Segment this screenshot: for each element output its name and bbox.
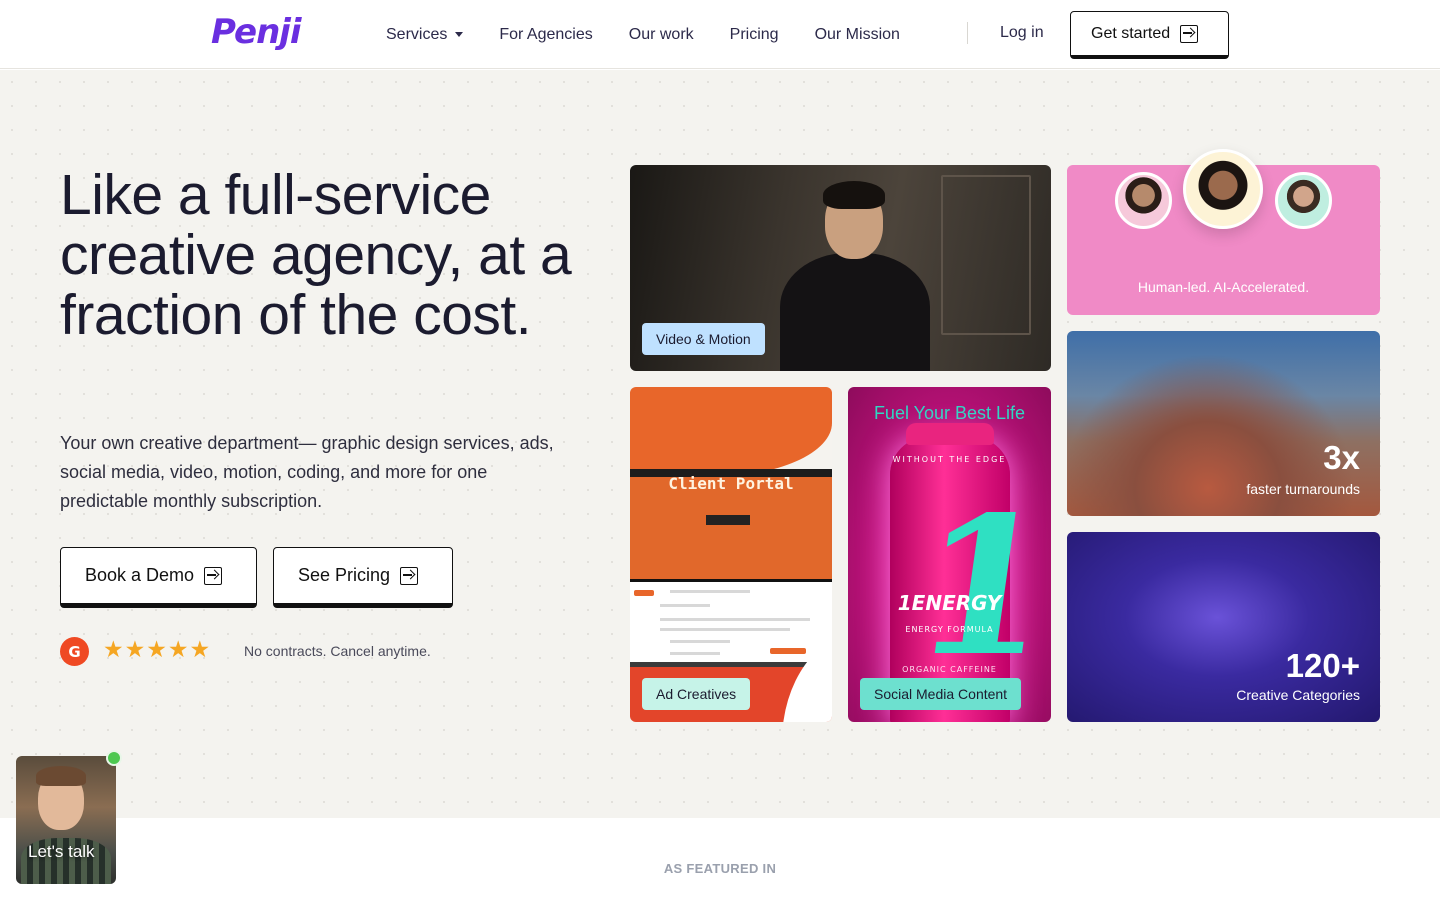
faster-turnarounds-tile: 3x faster turnarounds <box>1067 331 1380 516</box>
bottle-cap <box>906 423 994 445</box>
bottle-formula: ENERGY FORMULA <box>905 625 994 634</box>
creative-categories-tile: 120+ Creative Categories <box>1067 532 1380 722</box>
get-started-button[interactable]: Get started <box>1070 11 1229 59</box>
chat-label: Let's talk <box>28 842 95 861</box>
ad-creatives-tile[interactable]: Client Portal Ad Creatives <box>630 387 832 722</box>
portal-connect-button <box>706 515 750 525</box>
portal-screenshot <box>630 579 832 667</box>
main-nav: Services For Agencies Our work Pricing O… <box>386 0 936 69</box>
orange-swoosh <box>630 387 832 477</box>
nav-services-label: Services <box>386 25 448 43</box>
screen-button <box>770 648 806 654</box>
featured-section: AS FEATURED IN <box>0 818 1440 900</box>
screen-line <box>660 604 710 607</box>
human-led-caption: Human-led. AI-Accelerated. <box>1137 279 1310 295</box>
featured-heading: AS FEATURED IN <box>663 861 777 876</box>
screen-line <box>670 652 720 655</box>
screen-line <box>670 590 750 593</box>
penji-logo[interactable]: Penji <box>211 12 302 52</box>
human-led-tile: Human-led. AI-Accelerated. <box>1067 149 1380 315</box>
nav-divider <box>967 22 968 44</box>
categories-stat-number: 120+ <box>1285 647 1360 684</box>
g2-logo: G <box>60 637 89 666</box>
hero-subtext: Your own creative department— graphic de… <box>60 433 554 511</box>
chat-person-hair <box>36 766 86 786</box>
categories-stat-label: Creative Categories <box>1236 687 1360 703</box>
ad-creatives-tag: Ad Creatives <box>642 678 751 710</box>
see-pricing-button[interactable]: See Pricing <box>273 547 453 608</box>
client-portal-title: Client Portal <box>668 474 794 493</box>
person-hair <box>823 181 885 209</box>
video-motion-tag: Video & Motion <box>642 323 765 355</box>
designer-avatar <box>1275 172 1332 229</box>
arrow-right-box-icon <box>204 566 223 585</box>
designer-avatar <box>1115 172 1172 229</box>
person-figure <box>780 253 930 371</box>
caret-down-icon <box>455 32 464 37</box>
see-pricing-label: See Pricing <box>298 565 391 585</box>
bottle-brand: 1ENERGY <box>897 591 1002 615</box>
video-motion-tile[interactable]: Video & Motion <box>630 165 1051 371</box>
nav-for-agencies[interactable]: For Agencies <box>499 26 592 44</box>
faster-stat-number: 3x <box>1323 439 1360 476</box>
background-shelf <box>941 175 1031 335</box>
hero-headline: Like a full-service creative agency, at … <box>60 163 572 347</box>
hero-section: Like a full-service creative agency, at … <box>0 70 1440 818</box>
site-header: Penji Services For Agencies Our work Pri… <box>0 0 1440 69</box>
social-media-tile[interactable]: Fuel Your Best Life WITHOUT THE EDGE 1 1… <box>848 387 1051 722</box>
online-status-icon <box>106 750 122 766</box>
rating-stars: ★★★★★ <box>103 636 212 662</box>
arrow-right-box-icon <box>1180 24 1199 43</box>
arrow-right-box-icon <box>400 566 419 585</box>
energy-headline: Fuel Your Best Life <box>873 403 1026 423</box>
book-demo-button[interactable]: Book a Demo <box>60 547 257 608</box>
get-started-label: Get started <box>1091 24 1171 42</box>
screen-line <box>660 618 810 621</box>
chat-widget[interactable]: Let's talk <box>16 756 116 884</box>
social-media-tag: Social Media Content <box>860 678 1022 710</box>
login-link[interactable]: Log in <box>1000 24 1044 42</box>
nav-our-work[interactable]: Our work <box>629 26 694 44</box>
designer-avatar <box>1183 149 1263 229</box>
no-contracts-text: No contracts. Cancel anytime. <box>244 643 431 659</box>
nav-our-mission[interactable]: Our Mission <box>815 26 900 44</box>
faster-stat-label: faster turnarounds <box>1246 481 1360 497</box>
bottle-organic: ORGANIC CAFFEINE <box>902 665 997 674</box>
screen-line <box>660 628 790 631</box>
book-demo-label: Book a Demo <box>85 565 195 585</box>
nav-services[interactable]: Services <box>386 25 464 44</box>
screen-line <box>670 640 730 643</box>
bottle-edge-text: WITHOUT THE EDGE <box>892 455 1007 464</box>
nav-pricing[interactable]: Pricing <box>730 26 779 44</box>
screen-logo <box>634 590 654 596</box>
